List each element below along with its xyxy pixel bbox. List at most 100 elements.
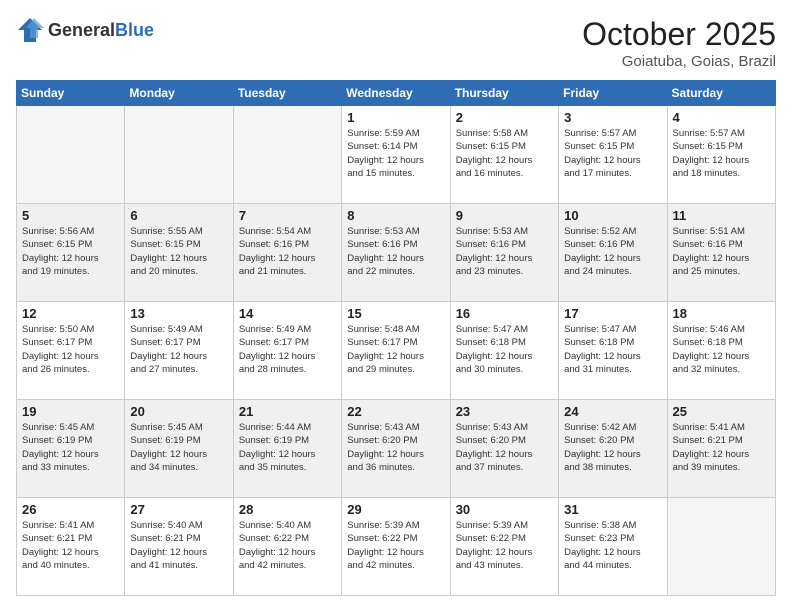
logo-general: General (48, 20, 115, 40)
weekday-monday: Monday (125, 81, 233, 106)
day-info: Sunrise: 5:38 AM Sunset: 6:23 PM Dayligh… (564, 519, 661, 572)
day-number: 12 (22, 306, 119, 321)
calendar-cell: 2 Sunrise: 5:58 AM Sunset: 6:15 PM Daylig… (450, 106, 558, 204)
calendar-cell: 9 Sunrise: 5:53 AM Sunset: 6:16 PM Daylig… (450, 204, 558, 302)
calendar-cell: 4 Sunrise: 5:57 AM Sunset: 6:15 PM Daylig… (667, 106, 775, 204)
day-number: 27 (130, 502, 227, 517)
day-info: Sunrise: 5:40 AM Sunset: 6:22 PM Dayligh… (239, 519, 336, 572)
calendar-cell: 16 Sunrise: 5:47 AM Sunset: 6:18 PM Dayli… (450, 302, 558, 400)
day-number: 13 (130, 306, 227, 321)
day-info: Sunrise: 5:44 AM Sunset: 6:19 PM Dayligh… (239, 421, 336, 474)
calendar-cell: 19 Sunrise: 5:45 AM Sunset: 6:19 PM Dayli… (17, 400, 125, 498)
day-number: 11 (673, 208, 770, 223)
calendar-week-1: 5Sunrise: 5:56 AM Sunset: 6:15 PM Daylig… (17, 204, 776, 302)
calendar-cell: 28 Sunrise: 5:40 AM Sunset: 6:22 PM Dayli… (233, 498, 341, 596)
title-area: October 2025 Goiatuba, Goias, Brazil (582, 16, 776, 70)
day-info: Sunrise: 5:53 AM Sunset: 6:16 PM Dayligh… (347, 225, 444, 278)
day-info: Sunrise: 5:57 AM Sunset: 6:15 PM Dayligh… (564, 127, 661, 180)
calendar-cell: 11 Sunrise: 5:51 AM Sunset: 6:16 PM Dayli… (667, 204, 775, 302)
calendar-cell: 15 Sunrise: 5:48 AM Sunset: 6:17 PM Dayli… (342, 302, 450, 400)
day-number: 15 (347, 306, 444, 321)
calendar-cell: 12Sunrise: 5:50 AM Sunset: 6:17 PM Dayli… (17, 302, 125, 400)
day-info: Sunrise: 5:43 AM Sunset: 6:20 PM Dayligh… (456, 421, 553, 474)
weekday-tuesday: Tuesday (233, 81, 341, 106)
day-number: 9 (456, 208, 553, 223)
calendar-cell: 25Sunrise: 5:41 AM Sunset: 6:21 PM Dayli… (667, 400, 775, 498)
day-info: Sunrise: 5:45 AM Sunset: 6:19 PM Dayligh… (22, 421, 119, 474)
day-info: Sunrise: 5:53 AM Sunset: 6:16 PM Dayligh… (456, 225, 553, 278)
day-info: Sunrise: 5:51 AM Sunset: 6:16 PM Dayligh… (673, 225, 770, 278)
day-number: 30 (456, 502, 553, 517)
day-info: Sunrise: 5:47 AM Sunset: 6:18 PM Dayligh… (456, 323, 553, 376)
calendar-cell (17, 106, 125, 204)
weekday-wednesday: Wednesday (342, 81, 450, 106)
calendar-week-2: 12Sunrise: 5:50 AM Sunset: 6:17 PM Dayli… (17, 302, 776, 400)
weekday-sunday: Sunday (17, 81, 125, 106)
day-number: 29 (347, 502, 444, 517)
calendar-cell: 22Sunrise: 5:43 AM Sunset: 6:20 PM Dayli… (342, 400, 450, 498)
calendar-cell: 18Sunrise: 5:46 AM Sunset: 6:18 PM Dayli… (667, 302, 775, 400)
day-number: 1 (347, 110, 444, 125)
calendar-cell: 1 Sunrise: 5:59 AM Sunset: 6:14 PM Daylig… (342, 106, 450, 204)
calendar-week-0: 1 Sunrise: 5:59 AM Sunset: 6:14 PM Daylig… (17, 106, 776, 204)
calendar-cell: 23Sunrise: 5:43 AM Sunset: 6:20 PM Dayli… (450, 400, 558, 498)
day-info: Sunrise: 5:41 AM Sunset: 6:21 PM Dayligh… (22, 519, 119, 572)
month-title: October 2025 (582, 16, 776, 53)
logo-blue: Blue (115, 20, 154, 40)
day-number: 16 (456, 306, 553, 321)
day-number: 28 (239, 502, 336, 517)
day-info: Sunrise: 5:40 AM Sunset: 6:21 PM Dayligh… (130, 519, 227, 572)
day-number: 18 (673, 306, 770, 321)
weekday-thursday: Thursday (450, 81, 558, 106)
calendar-header: Sunday Monday Tuesday Wednesday Thursday… (17, 81, 776, 106)
calendar-cell: 10 Sunrise: 5:52 AM Sunset: 6:16 PM Dayli… (559, 204, 667, 302)
day-number: 19 (22, 404, 119, 419)
day-number: 24 (564, 404, 661, 419)
calendar-cell: 24Sunrise: 5:42 AM Sunset: 6:20 PM Dayli… (559, 400, 667, 498)
day-number: 10 (564, 208, 661, 223)
header: GeneralBlue October 2025 Goiatuba, Goias… (16, 16, 776, 70)
day-number: 14 (239, 306, 336, 321)
logo-icon (16, 16, 44, 44)
calendar-cell: 29Sunrise: 5:39 AM Sunset: 6:22 PM Dayli… (342, 498, 450, 596)
day-number: 2 (456, 110, 553, 125)
day-info: Sunrise: 5:48 AM Sunset: 6:17 PM Dayligh… (347, 323, 444, 376)
calendar-cell: 14 Sunrise: 5:49 AM Sunset: 6:17 PM Dayli… (233, 302, 341, 400)
calendar-cell: 31 Sunrise: 5:38 AM Sunset: 6:23 PM Dayli… (559, 498, 667, 596)
weekday-friday: Friday (559, 81, 667, 106)
day-info: Sunrise: 5:59 AM Sunset: 6:14 PM Dayligh… (347, 127, 444, 180)
day-number: 8 (347, 208, 444, 223)
day-info: Sunrise: 5:45 AM Sunset: 6:19 PM Dayligh… (130, 421, 227, 474)
calendar-cell: 5Sunrise: 5:56 AM Sunset: 6:15 PM Daylig… (17, 204, 125, 302)
calendar-cell: 27 Sunrise: 5:40 AM Sunset: 6:21 PM Dayli… (125, 498, 233, 596)
page: GeneralBlue October 2025 Goiatuba, Goias… (0, 0, 792, 612)
calendar-cell (233, 106, 341, 204)
day-info: Sunrise: 5:58 AM Sunset: 6:15 PM Dayligh… (456, 127, 553, 180)
day-info: Sunrise: 5:49 AM Sunset: 6:17 PM Dayligh… (239, 323, 336, 376)
logo-text: GeneralBlue (48, 20, 154, 41)
calendar-cell: 30 Sunrise: 5:39 AM Sunset: 6:22 PM Dayli… (450, 498, 558, 596)
day-info: Sunrise: 5:54 AM Sunset: 6:16 PM Dayligh… (239, 225, 336, 278)
day-info: Sunrise: 5:49 AM Sunset: 6:17 PM Dayligh… (130, 323, 227, 376)
day-number: 31 (564, 502, 661, 517)
weekday-saturday: Saturday (667, 81, 775, 106)
day-number: 6 (130, 208, 227, 223)
day-number: 4 (673, 110, 770, 125)
calendar-week-4: 26 Sunrise: 5:41 AM Sunset: 6:21 PM Dayli… (17, 498, 776, 596)
day-info: Sunrise: 5:52 AM Sunset: 6:16 PM Dayligh… (564, 225, 661, 278)
calendar-cell: 8 Sunrise: 5:53 AM Sunset: 6:16 PM Daylig… (342, 204, 450, 302)
day-info: Sunrise: 5:47 AM Sunset: 6:18 PM Dayligh… (564, 323, 661, 376)
calendar-cell: 7Sunrise: 5:54 AM Sunset: 6:16 PM Daylig… (233, 204, 341, 302)
day-info: Sunrise: 5:39 AM Sunset: 6:22 PM Dayligh… (456, 519, 553, 572)
day-number: 20 (130, 404, 227, 419)
day-number: 26 (22, 502, 119, 517)
day-info: Sunrise: 5:55 AM Sunset: 6:15 PM Dayligh… (130, 225, 227, 278)
location: Goiatuba, Goias, Brazil (582, 53, 776, 70)
day-number: 21 (239, 404, 336, 419)
calendar-cell: 26 Sunrise: 5:41 AM Sunset: 6:21 PM Dayli… (17, 498, 125, 596)
day-info: Sunrise: 5:41 AM Sunset: 6:21 PM Dayligh… (673, 421, 770, 474)
day-number: 5 (22, 208, 119, 223)
day-info: Sunrise: 5:57 AM Sunset: 6:15 PM Dayligh… (673, 127, 770, 180)
calendar-week-3: 19 Sunrise: 5:45 AM Sunset: 6:19 PM Dayli… (17, 400, 776, 498)
calendar-body: 1 Sunrise: 5:59 AM Sunset: 6:14 PM Daylig… (17, 106, 776, 596)
